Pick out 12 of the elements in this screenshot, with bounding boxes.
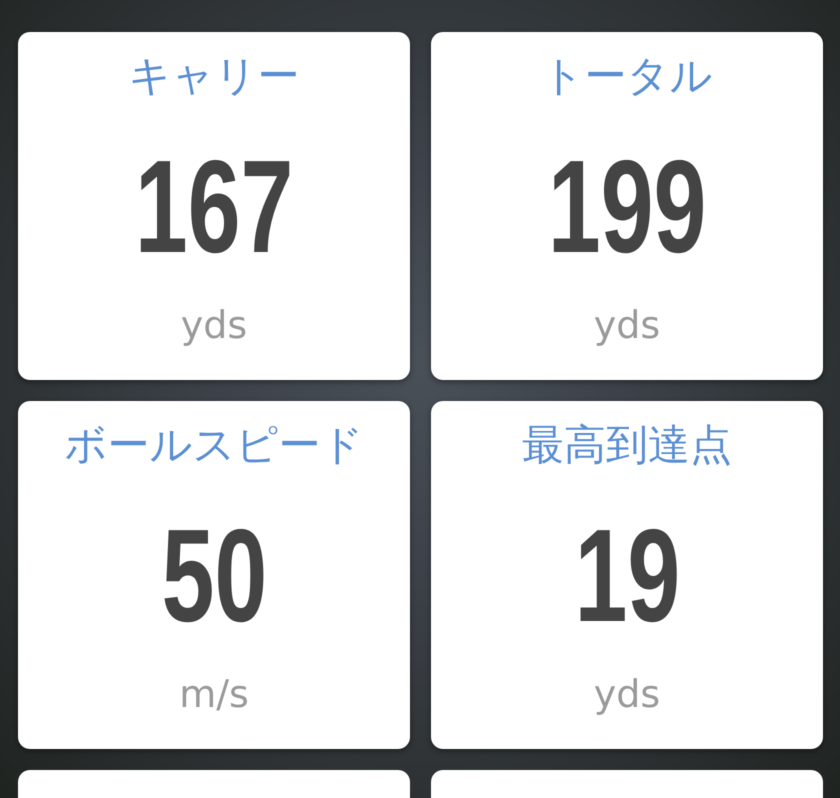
metric-unit: yds [180,302,248,348]
metric-unit: yds [594,302,660,348]
metric-value: 50 [161,511,267,641]
metric-value: 199 [548,142,706,272]
metric-value: 19 [574,511,680,641]
metric-label: キャリー [128,50,300,102]
metric-unit: yds [594,671,660,717]
metric-unit: m/s [179,671,249,717]
metric-label: トータル [542,50,712,102]
metric-label: ボールスピード [64,419,364,471]
metric-label: 最高到達点 [522,419,732,471]
metric-value: 167 [134,142,294,272]
